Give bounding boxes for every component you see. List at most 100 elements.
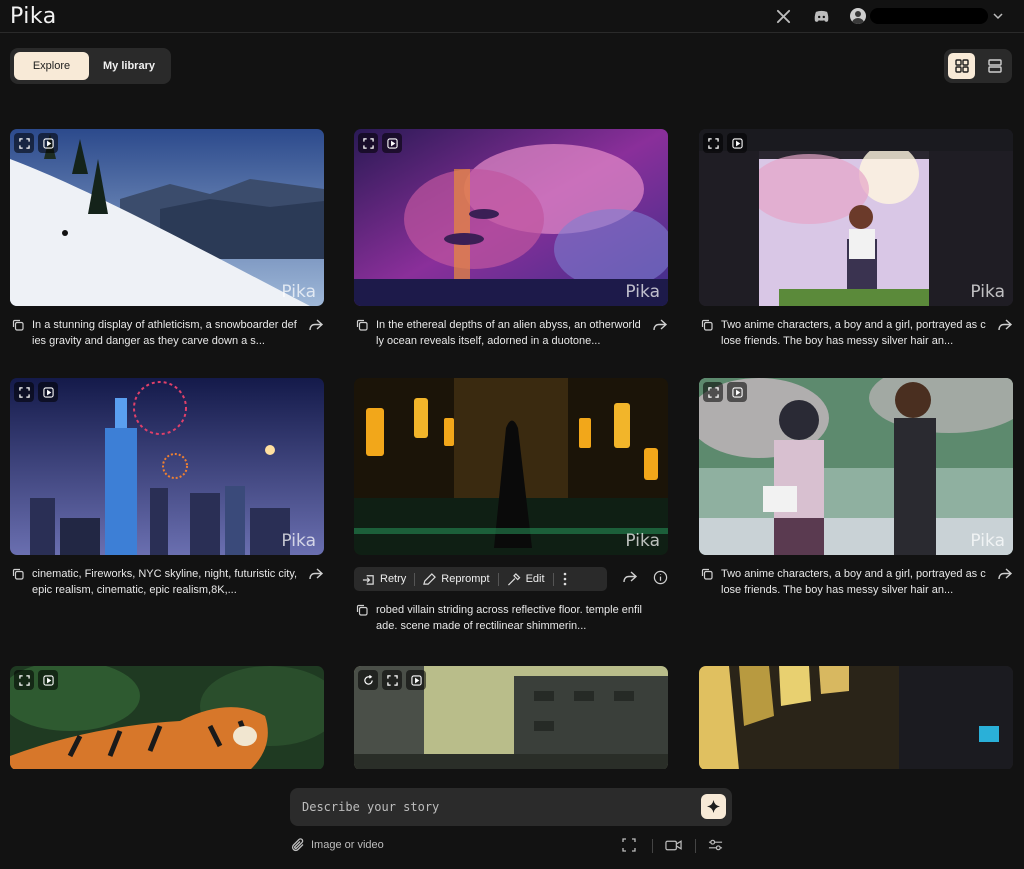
play-icon[interactable] [382,133,402,153]
x-logo-icon[interactable] [773,6,793,26]
copy-icon[interactable] [356,319,368,331]
caption-text: Two anime characters, a boy and a girl, … [721,319,986,347]
video-card: Pika Retry Reprompt Edit robed villain s… [354,378,668,634]
video-thumbnail[interactable]: Pika [699,378,1013,555]
list-view-icon[interactable] [981,53,1008,79]
retry-label: Retry [380,573,407,585]
anime-girl-image [699,129,1013,306]
pika-logo[interactable]: Pika [10,4,57,29]
action-group: Retry Reprompt Edit [354,567,607,591]
share-icon[interactable] [997,318,1013,332]
video-caption: In the ethereal depths of an alien abyss… [354,317,668,349]
robed-villain-image [354,378,668,555]
settings-sliders-icon[interactable] [708,838,723,852]
expand-icon[interactable] [703,382,723,402]
video-thumbnail[interactable] [699,666,1013,770]
video-card: Pika Two anime characters, a boy and a g… [699,129,1013,349]
expand-icon[interactable] [14,382,34,402]
edit-button[interactable]: Edit [499,567,553,591]
expand-icon[interactable] [703,133,723,153]
play-icon[interactable] [38,382,58,402]
thumbnail-tools [358,670,426,690]
grid-view-icon[interactable] [948,53,975,79]
divider [652,839,653,853]
play-icon[interactable] [727,382,747,402]
caption-text: Two anime characters, a boy and a girl, … [721,568,986,596]
story-prompt-input[interactable] [302,797,692,817]
video-card [699,666,1013,770]
play-icon[interactable] [406,670,426,690]
video-card: Pika In a stunning display of athleticis… [10,129,324,349]
city-fireworks-image [10,378,324,555]
thumbnail-tools [14,133,58,153]
chevron-down-icon [993,13,1003,20]
more-options-icon[interactable] [554,572,576,586]
info-icon[interactable] [653,570,668,585]
share-icon[interactable] [652,318,668,332]
account-menu[interactable] [850,6,1004,26]
magic-wand-icon [507,572,521,585]
video-card: Pika Two anime characters, a boy and a g… [699,378,1013,598]
edit-label: Edit [525,573,545,585]
camera-icon[interactable] [665,838,682,852]
stained-glass-interior-image [699,666,1013,770]
share-icon[interactable] [308,567,324,581]
divider [695,839,696,853]
copy-icon[interactable] [12,568,24,580]
aspect-ratio-icon[interactable] [622,838,636,852]
play-icon[interactable] [727,133,747,153]
caption-text: In a stunning display of athleticism, a … [32,319,297,347]
prompt-box [290,788,732,826]
video-thumbnail[interactable]: Pika [10,129,324,306]
expand-icon[interactable] [382,670,402,690]
copy-icon[interactable] [701,568,713,580]
video-thumbnail[interactable] [354,666,668,770]
video-card: Pika In the ethereal depths of an alien … [354,129,668,349]
thumbnail-tools [14,382,58,402]
retry-button[interactable]: Retry [354,567,414,591]
top-bar: Pika [0,0,1024,33]
video-card [354,666,668,770]
upload-image-or-video[interactable]: Image or video [291,838,384,852]
video-thumbnail[interactable]: Pika [10,378,324,555]
play-icon[interactable] [38,670,58,690]
library-tabs: Explore My library [10,48,171,84]
expand-icon[interactable] [358,133,378,153]
pika-watermark: Pika [281,282,316,302]
copy-icon[interactable] [12,319,24,331]
video-caption: Two anime characters, a boy and a girl, … [699,566,1013,598]
discord-icon[interactable] [811,6,831,26]
caption-text: In the ethereal depths of an alien abyss… [376,319,641,347]
play-icon[interactable] [38,133,58,153]
video-caption: robed villain striding across reflective… [354,602,668,634]
expand-icon[interactable] [14,670,34,690]
share-icon[interactable] [997,567,1013,581]
video-caption: cinematic, Fireworks, NYC skyline, night… [10,566,324,598]
copy-icon[interactable] [356,604,368,616]
caption-text: cinematic, Fireworks, NYC skyline, night… [32,568,298,596]
reprompt-button[interactable]: Reprompt [415,567,497,591]
thumbnail-tools [14,670,58,690]
pika-watermark: Pika [281,531,316,551]
generate-button[interactable] [701,794,726,819]
video-caption: In a stunning display of athleticism, a … [10,317,324,349]
video-thumbnail[interactable]: Pika [354,129,668,306]
pika-watermark: Pika [970,531,1005,551]
tab-explore[interactable]: Explore [14,52,89,80]
retry-icon [362,574,374,585]
remix-icon[interactable] [358,670,378,690]
upload-label: Image or video [311,839,384,851]
video-thumbnail[interactable]: Pika [699,129,1013,306]
caption-text: robed villain striding across reflective… [376,604,642,632]
sparkle-icon [707,800,720,813]
hover-action-bar: Retry Reprompt Edit [354,567,668,591]
share-icon[interactable] [308,318,324,332]
copy-icon[interactable] [701,319,713,331]
share-icon[interactable] [622,570,638,584]
video-card: Pika cinematic, Fireworks, NYC skyline, … [10,378,324,598]
video-thumbnail[interactable] [10,666,324,770]
pika-watermark: Pika [970,282,1005,302]
tab-my-library[interactable]: My library [91,52,167,80]
expand-icon[interactable] [14,133,34,153]
video-thumbnail[interactable]: Pika [354,378,668,555]
